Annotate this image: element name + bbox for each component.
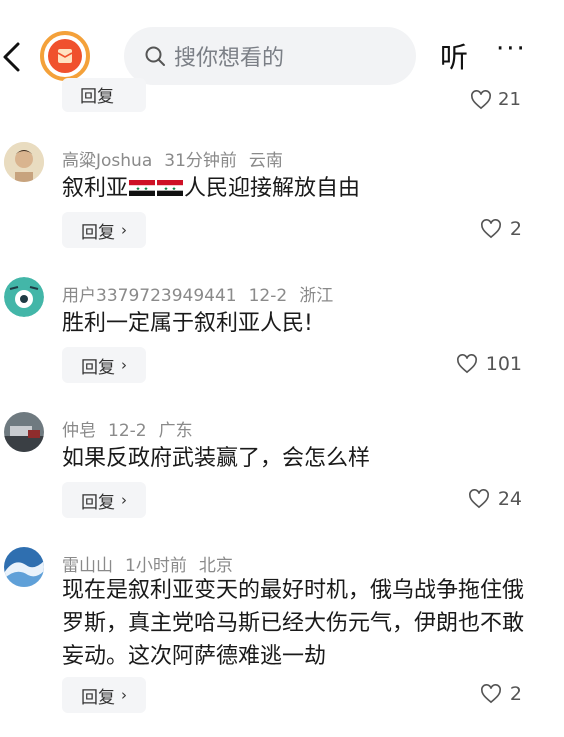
username[interactable]: 仲皂 bbox=[62, 421, 96, 441]
username[interactable]: 雷山山 bbox=[62, 556, 113, 576]
like-button[interactable]: 101 bbox=[456, 353, 522, 375]
comment-text-part: 人民迎接解放自由 bbox=[184, 176, 361, 201]
like-button[interactable]: 2 bbox=[480, 218, 522, 240]
syria-flag-icon bbox=[129, 180, 156, 196]
syria-flag-icon bbox=[157, 180, 184, 196]
red-envelope-icon bbox=[48, 39, 82, 73]
previous-like-button[interactable]: 21 bbox=[470, 82, 521, 110]
heart-icon bbox=[471, 90, 491, 110]
location: 浙江 bbox=[299, 286, 334, 306]
avatar[interactable] bbox=[4, 547, 44, 587]
like-count: 101 bbox=[485, 353, 522, 375]
like-count: 24 bbox=[497, 488, 522, 510]
avatar[interactable] bbox=[4, 142, 44, 182]
heart-icon bbox=[480, 684, 501, 704]
timestamp: 1小时前 bbox=[125, 556, 187, 576]
reply-button[interactable]: 回复 › bbox=[62, 482, 146, 518]
app-logo[interactable] bbox=[40, 31, 90, 81]
comment-text: 现在是叙利亚变天的最好时机，俄乌战争拖住俄罗斯，真主党哈马斯已经大伤元气，伊朗也… bbox=[62, 578, 525, 669]
listen-button[interactable]: 听 bbox=[440, 36, 468, 76]
timestamp: 12-2 bbox=[248, 286, 288, 306]
search-input[interactable]: 搜你想看的 bbox=[124, 27, 416, 85]
comment-text: 胜利一定属于叙利亚人民! bbox=[62, 311, 313, 336]
reply-button[interactable]: 回复 › bbox=[62, 212, 146, 248]
reply-label: 回复 bbox=[81, 357, 115, 378]
username[interactable]: 高粱Joshua bbox=[62, 151, 152, 171]
like-button[interactable]: 24 bbox=[468, 488, 522, 510]
reply-label: 回复 bbox=[81, 687, 115, 708]
reply-label: 回复 bbox=[81, 222, 115, 243]
like-count: 2 bbox=[509, 683, 522, 705]
chevron-right-icon: › bbox=[121, 221, 127, 239]
search-placeholder: 搜你想看的 bbox=[174, 46, 285, 71]
location: 广东 bbox=[158, 421, 193, 441]
location: 北京 bbox=[198, 556, 233, 576]
comment-meta: 高粱Joshua 31分钟前 云南 bbox=[62, 146, 295, 171]
timestamp: 12-2 bbox=[108, 421, 147, 441]
like-button[interactable]: 2 bbox=[480, 683, 522, 705]
comment-text-part: 叙利亚 bbox=[62, 176, 129, 201]
comment-text: 叙利亚 人民迎接解放自由 bbox=[62, 172, 532, 205]
chevron-right-icon: › bbox=[121, 356, 127, 374]
reply-button[interactable]: 回复 › bbox=[62, 677, 146, 713]
timestamp: 31分钟前 bbox=[164, 151, 237, 171]
avatar[interactable] bbox=[4, 412, 44, 452]
previous-reply-button[interactable]: 回复 bbox=[62, 78, 146, 112]
heart-icon bbox=[468, 489, 489, 509]
username[interactable]: 用户3379723949441 bbox=[62, 286, 237, 306]
comment-meta: 雷山山 1小时前 北京 bbox=[62, 551, 245, 576]
avatar[interactable] bbox=[4, 277, 44, 317]
comment-meta: 仲皂 12-2 广东 bbox=[62, 416, 205, 441]
heart-icon bbox=[456, 354, 477, 374]
location: 云南 bbox=[248, 151, 283, 171]
comment-text: 如果反政府武装赢了，会怎么样 bbox=[62, 446, 371, 471]
reply-button[interactable]: 回复 › bbox=[62, 347, 146, 383]
chevron-right-icon: › bbox=[121, 491, 127, 509]
reply-label: 回复 bbox=[80, 87, 114, 107]
like-count: 21 bbox=[498, 89, 521, 110]
search-icon bbox=[145, 46, 165, 66]
heart-icon bbox=[480, 219, 501, 239]
comment-meta: 用户3379723949441 12-2 浙江 bbox=[62, 281, 345, 306]
more-button[interactable]: ··· bbox=[496, 34, 527, 64]
back-arrow-icon[interactable] bbox=[0, 40, 24, 74]
like-count: 2 bbox=[509, 218, 522, 240]
chevron-right-icon: › bbox=[121, 686, 127, 704]
reply-label: 回复 bbox=[81, 492, 115, 513]
